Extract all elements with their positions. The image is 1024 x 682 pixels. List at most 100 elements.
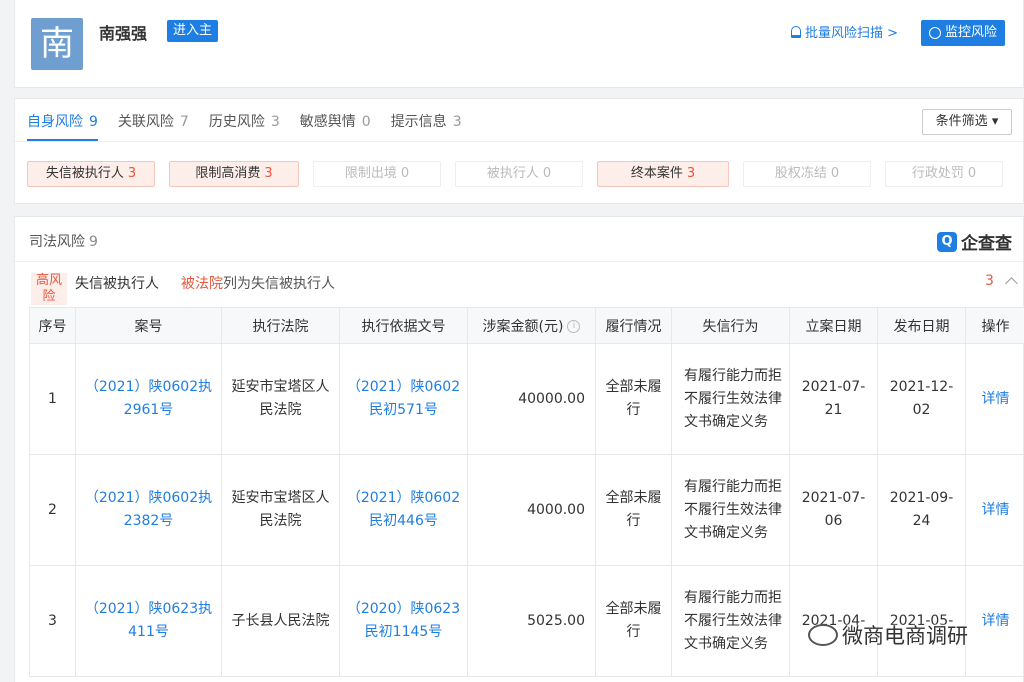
dishonest-behavior: 有履行能力而拒不履行生效法律文书确定义务 xyxy=(672,344,790,455)
chip-terminated-cases[interactable]: 终本案件 3 xyxy=(597,161,729,187)
basis-doc-link[interactable]: （2020）陕0623民初1145号 xyxy=(340,566,468,677)
risk-count: 3 xyxy=(985,273,994,289)
performance-status: 全部未履行 xyxy=(596,344,672,455)
filing-date: 2021-07-21 xyxy=(790,344,878,455)
section-title-label: 司法风险 xyxy=(29,234,85,250)
chip-count: 3 xyxy=(687,166,695,181)
judicial-risk-panel: 司法风险9 Q 企查查 高风险 失信被执行人 被法院列为失信被执行人 3 序号 … xyxy=(14,216,1024,682)
chip-count: 0 xyxy=(968,166,976,181)
tab-count: 3 xyxy=(271,114,280,130)
col-header: 立案日期 xyxy=(790,308,878,344)
chip-admin-penalty[interactable]: 行政处罚 0 xyxy=(885,161,1003,187)
row-number: 3 xyxy=(30,566,76,677)
wechat-watermark: 微商电商调研 xyxy=(808,620,968,650)
qichacha-logo: Q 企查查 xyxy=(937,229,1012,254)
details-link[interactable]: 详情 xyxy=(966,566,1024,677)
risk-tabs-panel: 自身风险9 关联风险7 历史风险3 敏感舆情0 提示信息3 条件筛选 ▾ 失信被… xyxy=(14,98,1024,204)
batch-risk-scan-link[interactable]: 批量风险扫描 > xyxy=(791,22,898,41)
chip-label: 终本案件 xyxy=(631,166,683,181)
company-avatar: 南 xyxy=(31,18,83,70)
watermark-text: 微商电商调研 xyxy=(842,620,968,650)
amount: 4000.00 xyxy=(468,455,596,566)
court-name: 子长县人民法院 xyxy=(222,566,340,677)
col-header: 失信行为 xyxy=(672,308,790,344)
tab-related-risk[interactable]: 关联风险 7 xyxy=(118,111,189,141)
court-name: 延安市宝塔区人民法院 xyxy=(222,455,340,566)
chip-label: 限制出境 xyxy=(345,166,397,181)
col-header: 执行法院 xyxy=(222,308,340,344)
chip-dishonest[interactable]: 失信被执行人 3 xyxy=(27,161,155,187)
monitor-risk-label: 监控风险 xyxy=(945,20,997,46)
col-header: 操作 xyxy=(966,308,1024,344)
chevron-up-icon[interactable] xyxy=(1005,277,1018,290)
batch-scan-label: 批量风险扫描 > xyxy=(805,22,898,41)
basis-doc-link[interactable]: （2021）陕0602民初571号 xyxy=(340,344,468,455)
row-number: 1 xyxy=(30,344,76,455)
chip-exit-limit[interactable]: 限制出境 0 xyxy=(313,161,441,187)
divider xyxy=(15,261,1023,262)
tab-label: 敏感舆情 xyxy=(300,114,356,130)
risk-category-chips: 失信被执行人 3 限制高消费 3 限制出境 0 被执行人 0 终本案件 3 股权冻结 0 行… xyxy=(27,161,1003,187)
tab-hint-info[interactable]: 提示信息3 xyxy=(391,111,462,141)
performance-status: 全部未履行 xyxy=(596,566,672,677)
details-link[interactable]: 详情 xyxy=(966,344,1024,455)
case-number-link[interactable]: （2021）陕0623执411号 xyxy=(76,566,222,677)
case-number-link[interactable]: （2021）陕0602执2961号 xyxy=(76,344,222,455)
tab-label: 提示信息 xyxy=(391,114,447,130)
risk-tabs: 自身风险9 关联风险 7 历史风险 3 敏感舆情 0 提示信息3 xyxy=(27,111,462,141)
col-header-amount: 涉案金额(元)i xyxy=(468,308,596,344)
chip-count: 3 xyxy=(264,166,272,181)
col-header: 执行依据文号 xyxy=(340,308,468,344)
tab-sensitive-news[interactable]: 敏感舆情 0 xyxy=(300,111,371,141)
chip-count: 3 xyxy=(128,166,136,181)
company-name: 南强强 xyxy=(99,20,147,44)
chip-label: 行政处罚 xyxy=(912,166,964,181)
chip-count: 0 xyxy=(543,166,551,181)
wechat-icon xyxy=(808,624,838,646)
company-header: 南 南强强 进入主 批量风险扫描 > 监控风险 xyxy=(14,0,1024,88)
publish-date: 2021-09-24 xyxy=(878,455,966,566)
table-row: 2 （2021）陕0602执2382号 延安市宝塔区人民法院 （2021）陕06… xyxy=(30,455,1024,566)
chip-count: 0 xyxy=(831,166,839,181)
divider xyxy=(15,141,1023,142)
col-header: 履行情况 xyxy=(596,308,672,344)
monitor-risk-button[interactable]: 监控风险 xyxy=(921,20,1005,46)
basis-doc-link[interactable]: （2021）陕0602民初446号 xyxy=(340,455,468,566)
chip-equity-freeze[interactable]: 股权冻结 0 xyxy=(743,161,871,187)
info-icon[interactable]: i xyxy=(567,320,580,333)
section-title: 司法风险9 xyxy=(29,231,98,251)
monitor-icon xyxy=(929,27,941,39)
chip-count: 0 xyxy=(401,166,409,181)
tab-history-risk[interactable]: 历史风险 3 xyxy=(209,111,280,141)
tab-count: 0 xyxy=(362,114,371,130)
filter-label: 条件筛选 xyxy=(936,114,988,129)
section-count: 9 xyxy=(89,234,98,250)
case-number-link[interactable]: （2021）陕0602执2382号 xyxy=(76,455,222,566)
tab-count: 7 xyxy=(180,114,189,130)
chip-label: 失信被执行人 xyxy=(46,166,124,181)
chip-label: 股权冻结 xyxy=(775,166,827,181)
condition-filter-button[interactable]: 条件筛选 ▾ xyxy=(922,109,1012,135)
tab-self-risk[interactable]: 自身风险9 xyxy=(27,111,98,141)
enter-subject-button[interactable]: 进入主 xyxy=(167,20,218,42)
amount: 40000.00 xyxy=(468,344,596,455)
col-header: 案号 xyxy=(76,308,222,344)
col-header: 序号 xyxy=(30,308,76,344)
filing-date: 2021-07-06 xyxy=(790,455,878,566)
tab-label: 历史风险 xyxy=(209,114,265,130)
risk-description: 被法院列为失信被执行人 xyxy=(181,273,335,293)
chip-consumption-limit[interactable]: 限制高消费 3 xyxy=(169,161,299,187)
col-header: 发布日期 xyxy=(878,308,966,344)
chip-label: 限制高消费 xyxy=(195,166,260,181)
dishonest-risk-header: 高风险 失信被执行人 被法院列为失信被执行人 3 xyxy=(29,273,1023,303)
chip-label: 被执行人 xyxy=(487,166,539,181)
chip-executed-person[interactable]: 被执行人 0 xyxy=(455,161,583,187)
dishonest-behavior: 有履行能力而拒不履行生效法律文书确定义务 xyxy=(672,566,790,677)
col-header-label: 涉案金额(元) xyxy=(483,319,564,335)
row-number: 2 xyxy=(30,455,76,566)
tab-count: 9 xyxy=(89,114,98,130)
tab-label: 关联风险 xyxy=(118,114,174,130)
scan-icon xyxy=(791,26,801,38)
details-link[interactable]: 详情 xyxy=(966,455,1024,566)
court-name: 延安市宝塔区人民法院 xyxy=(222,344,340,455)
